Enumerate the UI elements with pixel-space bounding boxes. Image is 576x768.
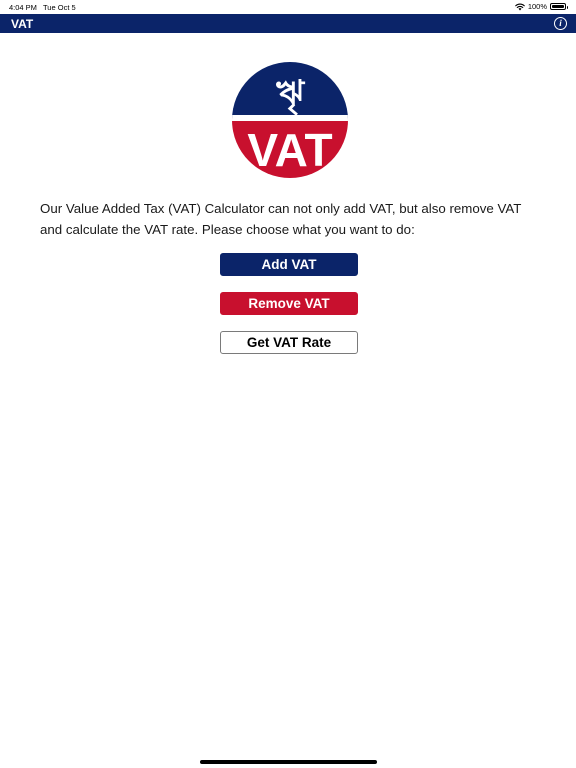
status-bar: 4:04 PM Tue Oct 5 100% [0,0,576,14]
nav-bar: VAT i [0,14,576,33]
battery-percent: 100% [527,2,547,11]
home-indicator[interactable] [200,760,377,764]
battery-fill [552,5,564,8]
battery-icon [550,3,568,10]
intro-text: Our Value Added Tax (VAT) Calculator can… [40,201,522,237]
logo-currency-symbol: ৠ [275,73,306,116]
logo-text: VAT [247,124,332,176]
status-time: 4:04 PM [9,3,37,12]
add-vat-button[interactable]: Add VAT [220,253,358,276]
wifi-icon [515,3,525,10]
status-right: 100% [515,2,568,11]
nav-title: VAT [11,17,34,31]
logo-divider [232,115,348,121]
info-icon[interactable]: i [554,17,567,30]
get-vat-rate-button[interactable]: Get VAT Rate [220,331,358,354]
remove-vat-button[interactable]: Remove VAT [220,292,358,315]
status-date: Tue Oct 5 [43,3,76,12]
vat-logo: ৠ VAT [232,62,348,178]
